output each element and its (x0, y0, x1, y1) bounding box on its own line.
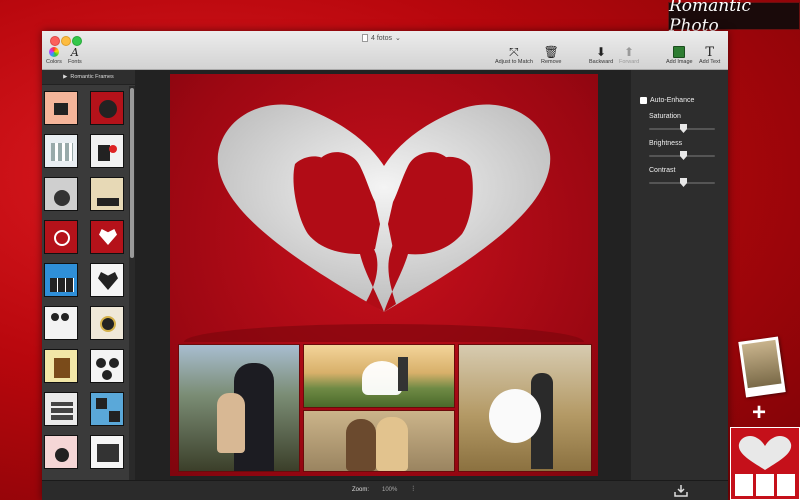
contrast-slider[interactable] (649, 178, 715, 187)
disclosure-triangle-icon: ▶ (63, 74, 68, 80)
saturation-label: Saturation (649, 113, 681, 120)
add-image-button[interactable]: Add Image (666, 45, 693, 65)
colors-button[interactable]: Colors (46, 45, 62, 65)
brand-banner: Romantic Photo (668, 0, 800, 36)
frame-thumbnail[interactable] (44, 435, 78, 469)
frame-thumbnail[interactable] (90, 349, 124, 383)
frame-thumbnail[interactable] (44, 134, 78, 168)
frame-thumbnail[interactable] (90, 91, 124, 125)
frames-grid (42, 86, 130, 480)
remove-label: Remove (541, 59, 562, 65)
frame-thumbnail[interactable] (44, 306, 78, 340)
trash-icon: 🗑 (543, 45, 559, 59)
bottom-bar: Zoom: 100% ⁝ (42, 480, 728, 500)
frame-thumbnail[interactable] (44, 220, 78, 254)
plus-icon: + (752, 399, 767, 426)
saturation-slider-knob[interactable] (680, 124, 687, 133)
frame-thumbnail[interactable] (90, 306, 124, 340)
photo-couple-outdoor[interactable] (178, 344, 300, 472)
contrast-label: Contrast (649, 167, 676, 174)
auto-enhance-label: Auto-Enhance (650, 97, 695, 104)
backward-label: Backward (589, 59, 614, 65)
app-feature-icons: + (730, 335, 800, 500)
brightness-label: Brightness (649, 140, 683, 147)
backward-button[interactable]: ⬇ Backward (589, 45, 613, 65)
photo-couple-carry[interactable] (458, 344, 592, 472)
collage-template-icon (730, 427, 800, 500)
contrast-slider-knob[interactable] (680, 178, 687, 187)
frame-thumbnail[interactable] (44, 349, 78, 383)
remove-button[interactable]: 🗑 Remove (541, 45, 561, 65)
scrollbar-thumb[interactable] (130, 88, 134, 258)
frame-thumbnail[interactable] (90, 263, 124, 297)
collage-canvas[interactable] (170, 74, 598, 476)
fonts-button[interactable]: A Fonts (68, 45, 82, 66)
checkbox-box[interactable] (640, 97, 647, 104)
frame-thumbnail[interactable] (44, 263, 78, 297)
adjust-label: Adjust to Match (495, 59, 533, 65)
zoom-stepper-icon[interactable]: ⁝ (412, 484, 415, 493)
photo-stack-icon (738, 336, 786, 398)
frame-thumbnail[interactable] (90, 435, 124, 469)
saturation-slider[interactable] (649, 124, 715, 133)
zoom-label: Zoom: (352, 487, 370, 493)
adjust-to-match-button[interactable]: ⤧ Adjust to Match (495, 44, 533, 66)
expand-arrows-icon: ⤧ (509, 44, 519, 59)
frame-thumbnail[interactable] (44, 177, 78, 211)
frame-thumbnail[interactable] (90, 134, 124, 168)
canvas-area (135, 70, 631, 480)
text-icon: T (705, 44, 714, 60)
document-title-text: 4 fotos (371, 34, 393, 42)
color-wheel-icon (48, 45, 59, 59)
add-text-button[interactable]: T Add Text (699, 44, 721, 66)
auto-enhance-checkbox[interactable]: Auto-Enhance (640, 97, 694, 104)
frame-thumbnail[interactable] (90, 220, 124, 254)
frame-thumbnail[interactable] (44, 91, 78, 125)
image-icon (673, 45, 686, 59)
sidebar-title: Romantic Frames (70, 74, 114, 80)
sidebar-header[interactable]: ▶ Romantic Frames (42, 70, 135, 85)
heart-silhouette-graphic[interactable] (170, 74, 598, 342)
export-icon[interactable] (674, 485, 688, 497)
forward-button[interactable]: ⬆ Forward (619, 45, 639, 65)
brightness-slider[interactable] (649, 151, 715, 160)
adjustments-panel: Auto-Enhance Saturation Brightness Contr… (631, 70, 728, 480)
title-bar: 4 fotos ⌄ Colors A Fonts ⤧ Adjust to Mat… (42, 31, 728, 70)
document-title[interactable]: 4 fotos ⌄ (362, 34, 401, 42)
brightness-slider-knob[interactable] (680, 151, 687, 160)
frame-thumbnail[interactable] (90, 392, 124, 426)
forward-label: Forward (619, 59, 640, 65)
colors-label: Colors (46, 59, 62, 65)
fonts-label: Fonts (68, 59, 82, 65)
grid-icon (735, 474, 795, 496)
heart-icon (738, 436, 792, 470)
add-text-label: Add Text (699, 59, 721, 65)
chevron-down-icon: ⌄ (395, 35, 401, 42)
document-icon (362, 34, 368, 42)
frame-thumbnail[interactable] (90, 177, 124, 211)
arrow-down-icon: ⬇ (596, 45, 607, 59)
font-icon: A (70, 45, 79, 59)
frame-thumbnail[interactable] (44, 392, 78, 426)
app-window: 4 fotos ⌄ Colors A Fonts ⤧ Adjust to Mat… (42, 31, 728, 500)
frames-sidebar: ▶ Romantic Frames (42, 70, 135, 480)
zoom-value[interactable]: 100% (382, 487, 397, 493)
photo-couple-smiling[interactable] (303, 410, 455, 472)
photo-couple-field[interactable] (303, 344, 455, 408)
arrow-up-icon: ⬆ (624, 45, 635, 59)
add-image-label: Add Image (666, 59, 693, 65)
